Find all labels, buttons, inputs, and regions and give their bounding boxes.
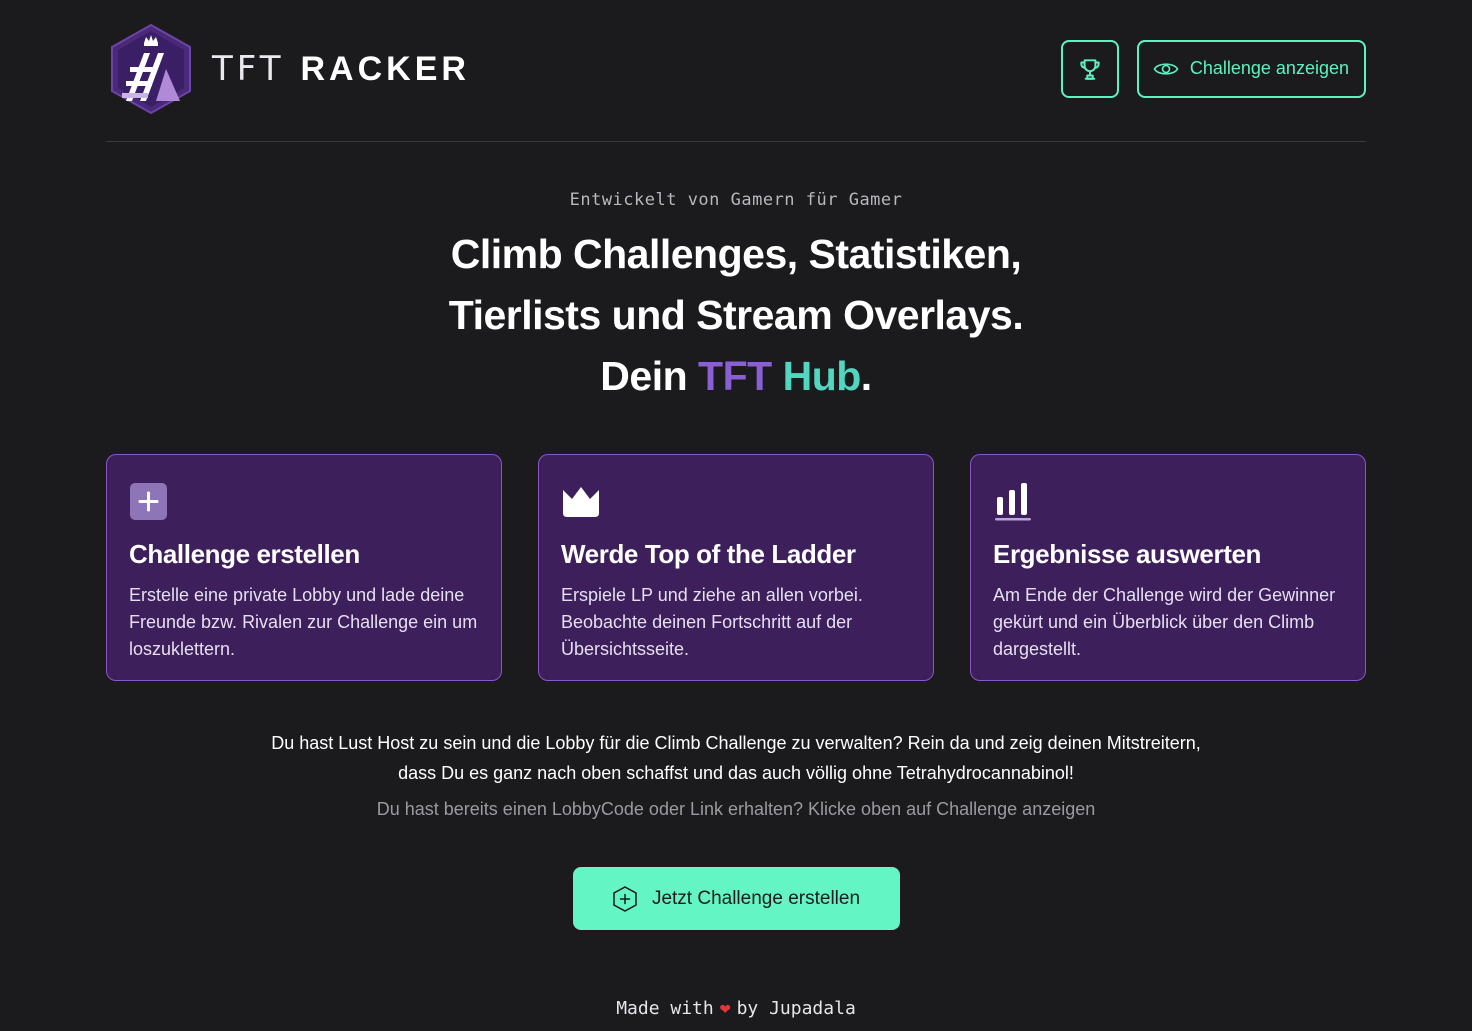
cta-wrapper: Jetzt Challenge erstellen	[106, 867, 1366, 930]
view-challenge-label: Challenge anzeigen	[1189, 58, 1349, 78]
trophy-icon	[1080, 58, 1100, 80]
hero: Entwickelt von Gamern für Gamer Climb Ch…	[106, 142, 1366, 407]
feature-card-text: Erstelle eine private Lobby und lade dei…	[129, 585, 478, 659]
hero-tft-word: TFT	[698, 353, 772, 399]
site-header: TFT RACKER Challenge anzeigen	[106, 0, 1366, 142]
brand-name-light: TFT	[212, 48, 285, 89]
host-info-line-1: Du hast Lust Host zu sein und die Lobby …	[271, 733, 1201, 753]
hero-line-2: Tierlists und Stream Overlays.	[448, 292, 1024, 338]
footer-prefix: Made with	[616, 998, 714, 1019]
brand-name: TFT RACKER	[212, 49, 470, 89]
eye-icon	[1153, 62, 1179, 75]
feature-cards: Challenge erstellen Erstelle eine privat…	[106, 454, 1366, 681]
view-challenge-button[interactable]: Challenge anzeigen	[1136, 39, 1366, 98]
feature-card-results: Ergebnisse auswerten Am Ende der Challen…	[970, 454, 1366, 681]
crown-icon	[563, 487, 599, 517]
hero-headline: Climb Challenges, Statistiken, Tierlists…	[106, 224, 1366, 407]
host-info-line-2: dass Du es ganz nach oben schaffst und d…	[398, 763, 1074, 783]
hero-line-3: Dein TFT Hub.	[106, 346, 1366, 407]
lobby-code-hint: Du hast bereits einen LobbyCode oder Lin…	[376, 799, 1096, 819]
feature-card-text: Am Ende der Challenge wird der Gewinner …	[993, 585, 1336, 659]
hero-hub-word: Hub	[782, 353, 862, 399]
info-section: Du hast Lust Host zu sein und die Lobby …	[106, 728, 1366, 820]
brand[interactable]: TFT RACKER	[106, 23, 470, 115]
feature-card-title: Werde Top of the Ladder	[561, 539, 856, 569]
hero-eyebrow: Entwickelt von Gamern für Gamer	[569, 190, 903, 210]
hero-line-3-dot: .	[860, 353, 872, 399]
footer: Made with ❤ by Jupadala	[0, 998, 1472, 1019]
hexagon-plus-icon	[613, 885, 637, 912]
heart-icon: ❤	[719, 998, 731, 1019]
host-info-text: Du hast Lust Host zu sein und die Lobby …	[106, 728, 1366, 788]
hero-line-1: Climb Challenges, Statistiken,	[450, 231, 1022, 277]
create-challenge-button[interactable]: Jetzt Challenge erstellen	[572, 867, 900, 930]
feature-card-title: Ergebnisse auswerten	[993, 539, 1261, 569]
create-challenge-label: Jetzt Challenge erstellen	[651, 887, 861, 909]
footer-author[interactable]: by Jupadala	[737, 998, 856, 1019]
hero-line-3-prefix: Dein	[600, 353, 688, 399]
feature-card-ladder: Werde Top of the Ladder Erspiele LP und …	[538, 454, 934, 681]
plus-square-icon	[130, 483, 167, 520]
leaderboard-button[interactable]	[1060, 39, 1119, 98]
brand-name-bold: RACKER	[300, 49, 470, 88]
logo-icon	[111, 23, 191, 114]
bar-chart-icon	[995, 483, 1031, 521]
feature-card-title: Challenge erstellen	[129, 539, 360, 569]
feature-card-create: Challenge erstellen Erstelle eine privat…	[106, 454, 502, 681]
header-actions: Challenge anzeigen	[1060, 39, 1366, 98]
feature-card-text: Erspiele LP und ziehe an allen vorbei. B…	[561, 585, 863, 659]
